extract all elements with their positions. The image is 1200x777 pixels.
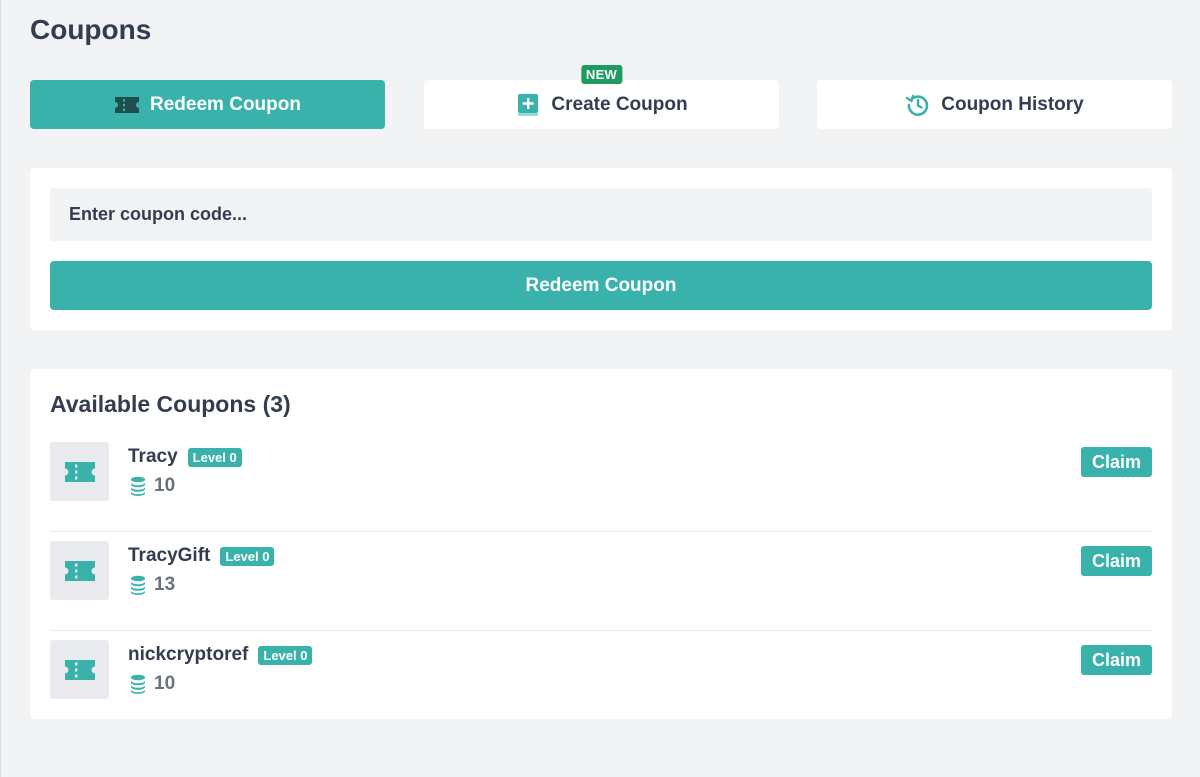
level-badge: Level 0 — [258, 645, 313, 665]
level-badge: Level 0 — [187, 447, 242, 467]
page-title: Coupons — [30, 14, 152, 45]
tab-coupon-history[interactable]: Coupon History — [817, 80, 1172, 129]
redeem-coupon-button[interactable]: Redeem Coupon — [50, 261, 1152, 310]
list-item: nickcryptoref Level 0 10 Claim — [50, 631, 1152, 730]
ticket-icon — [114, 92, 140, 118]
available-coupons-card: Available Coupons (3) Tracy Level 0 10 C… — [30, 369, 1172, 719]
coupon-name: nickcryptoref Level 0 — [128, 644, 313, 666]
coupon-name-text: nickcryptoref — [128, 644, 249, 665]
history-icon — [905, 92, 931, 118]
coupon-name: Tracy Level 0 — [128, 446, 242, 468]
ticket-icon — [50, 640, 109, 699]
coins-icon — [131, 674, 145, 694]
coupon-tabs: Redeem Coupon NEW Create Coupon Coupon H… — [30, 65, 1172, 129]
list-item: Tracy Level 0 10 Claim — [50, 433, 1152, 532]
amount-value: 10 — [154, 475, 176, 496]
tab-label: Coupon History — [941, 93, 1084, 115]
level-badge: Level 0 — [220, 546, 275, 566]
ticket-icon — [50, 541, 109, 600]
coupon-amount: 10 — [130, 475, 175, 497]
list-item: TracyGift Level 0 13 Claim — [50, 532, 1152, 631]
coupon-name-text: TracyGift — [128, 545, 211, 566]
coupon-amount: 10 — [130, 673, 175, 695]
ticket-icon — [50, 442, 109, 501]
new-badge: NEW — [580, 65, 623, 84]
available-coupons-title: Available Coupons (3) — [50, 391, 291, 417]
coupon-code-input[interactable] — [50, 188, 1152, 241]
tab-redeem-coupon[interactable]: Redeem Coupon — [30, 80, 385, 129]
amount-value: 13 — [154, 574, 176, 595]
amount-value: 10 — [154, 673, 176, 694]
coupon-list: Tracy Level 0 10 Claim TracyGift Level 0… — [50, 433, 1152, 730]
tab-label: Create Coupon — [551, 93, 688, 115]
claim-button[interactable]: Claim — [1081, 546, 1152, 576]
coupons-page: Coupons Redeem Coupon NEW Create Coupon … — [0, 0, 1200, 777]
coupon-amount: 13 — [130, 574, 175, 596]
coupon-name-text: Tracy — [128, 446, 178, 467]
redeem-card: Redeem Coupon — [30, 168, 1172, 330]
add-book-icon — [515, 92, 541, 118]
claim-button[interactable]: Claim — [1081, 645, 1152, 675]
tab-label: Redeem Coupon — [150, 93, 301, 115]
coins-icon — [131, 575, 145, 595]
coins-icon — [131, 476, 145, 496]
tab-create-coupon[interactable]: NEW Create Coupon — [424, 65, 779, 129]
claim-button[interactable]: Claim — [1081, 447, 1152, 477]
coupon-name: TracyGift Level 0 — [128, 545, 275, 567]
